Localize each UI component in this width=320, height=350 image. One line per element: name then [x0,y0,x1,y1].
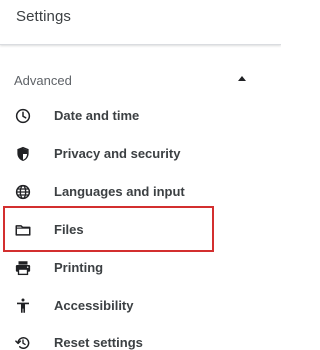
menu-item-label: Printing [54,260,104,275]
menu-item-privacy-and-security[interactable]: Privacy and security [0,136,281,172]
shield-icon [14,145,32,163]
menu-item-label: Privacy and security [54,146,181,161]
menu-item-files[interactable]: Files [0,212,281,248]
accessibility-icon [14,297,32,315]
menu-item-label: Accessibility [54,298,134,313]
menu-item-date-and-time[interactable]: Date and time [0,98,281,134]
menu-item-accessibility[interactable]: Accessibility [0,288,281,324]
menu-item-printing[interactable]: Printing [0,250,281,286]
clock-icon [14,107,32,125]
reset-icon [14,334,32,350]
settings-header: Settings [0,0,281,45]
folder-icon [14,221,32,239]
advanced-section-toggle[interactable]: Advanced [0,64,281,96]
advanced-section-title: Advanced [14,73,72,88]
chevron-up-icon [238,76,246,81]
settings-page: Settings Advanced Date and time Privacy … [0,0,281,350]
menu-item-reset-settings[interactable]: Reset settings [0,325,281,350]
menu-item-label: Date and time [54,108,140,123]
printer-icon [14,259,32,277]
menu-item-label: Languages and input [54,184,185,199]
globe-icon [14,183,32,201]
menu-item-languages-and-input[interactable]: Languages and input [0,174,281,210]
menu-item-label: Reset settings [54,335,143,350]
page-title: Settings [16,8,71,25]
menu-item-label: Files [54,222,84,237]
